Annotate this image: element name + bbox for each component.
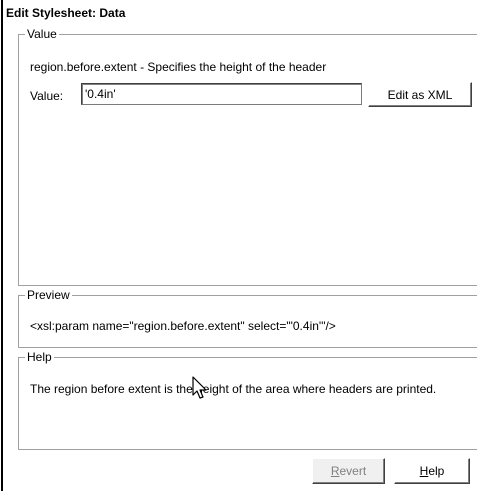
help-group-legend: Help <box>27 350 52 364</box>
help-text: The region before extent is the height o… <box>30 382 437 396</box>
arrow-cursor-icon <box>192 376 207 399</box>
window-left-border <box>1 0 3 491</box>
window-title: Edit Stylesheet: Data <box>6 6 126 20</box>
parameter-description: region.before.extent - Specifies the hei… <box>30 60 327 74</box>
value-label: Value: <box>30 89 64 103</box>
help-group: Help <box>18 351 477 450</box>
help-mnemonic: H <box>419 464 429 478</box>
preview-text: <xsl:param name="region.before.extent" s… <box>30 319 336 333</box>
revert-button[interactable]: Revert <box>312 458 385 484</box>
help-label: elp <box>428 464 445 478</box>
value-group-legend: Value <box>27 27 57 41</box>
edit-as-xml-button[interactable]: Edit as XML <box>368 82 472 107</box>
preview-group-legend: Preview <box>27 288 70 302</box>
help-button[interactable]: Help <box>394 458 470 484</box>
value-input[interactable] <box>81 83 362 105</box>
revert-label: evert <box>339 464 367 478</box>
revert-mnemonic: R <box>330 464 340 478</box>
